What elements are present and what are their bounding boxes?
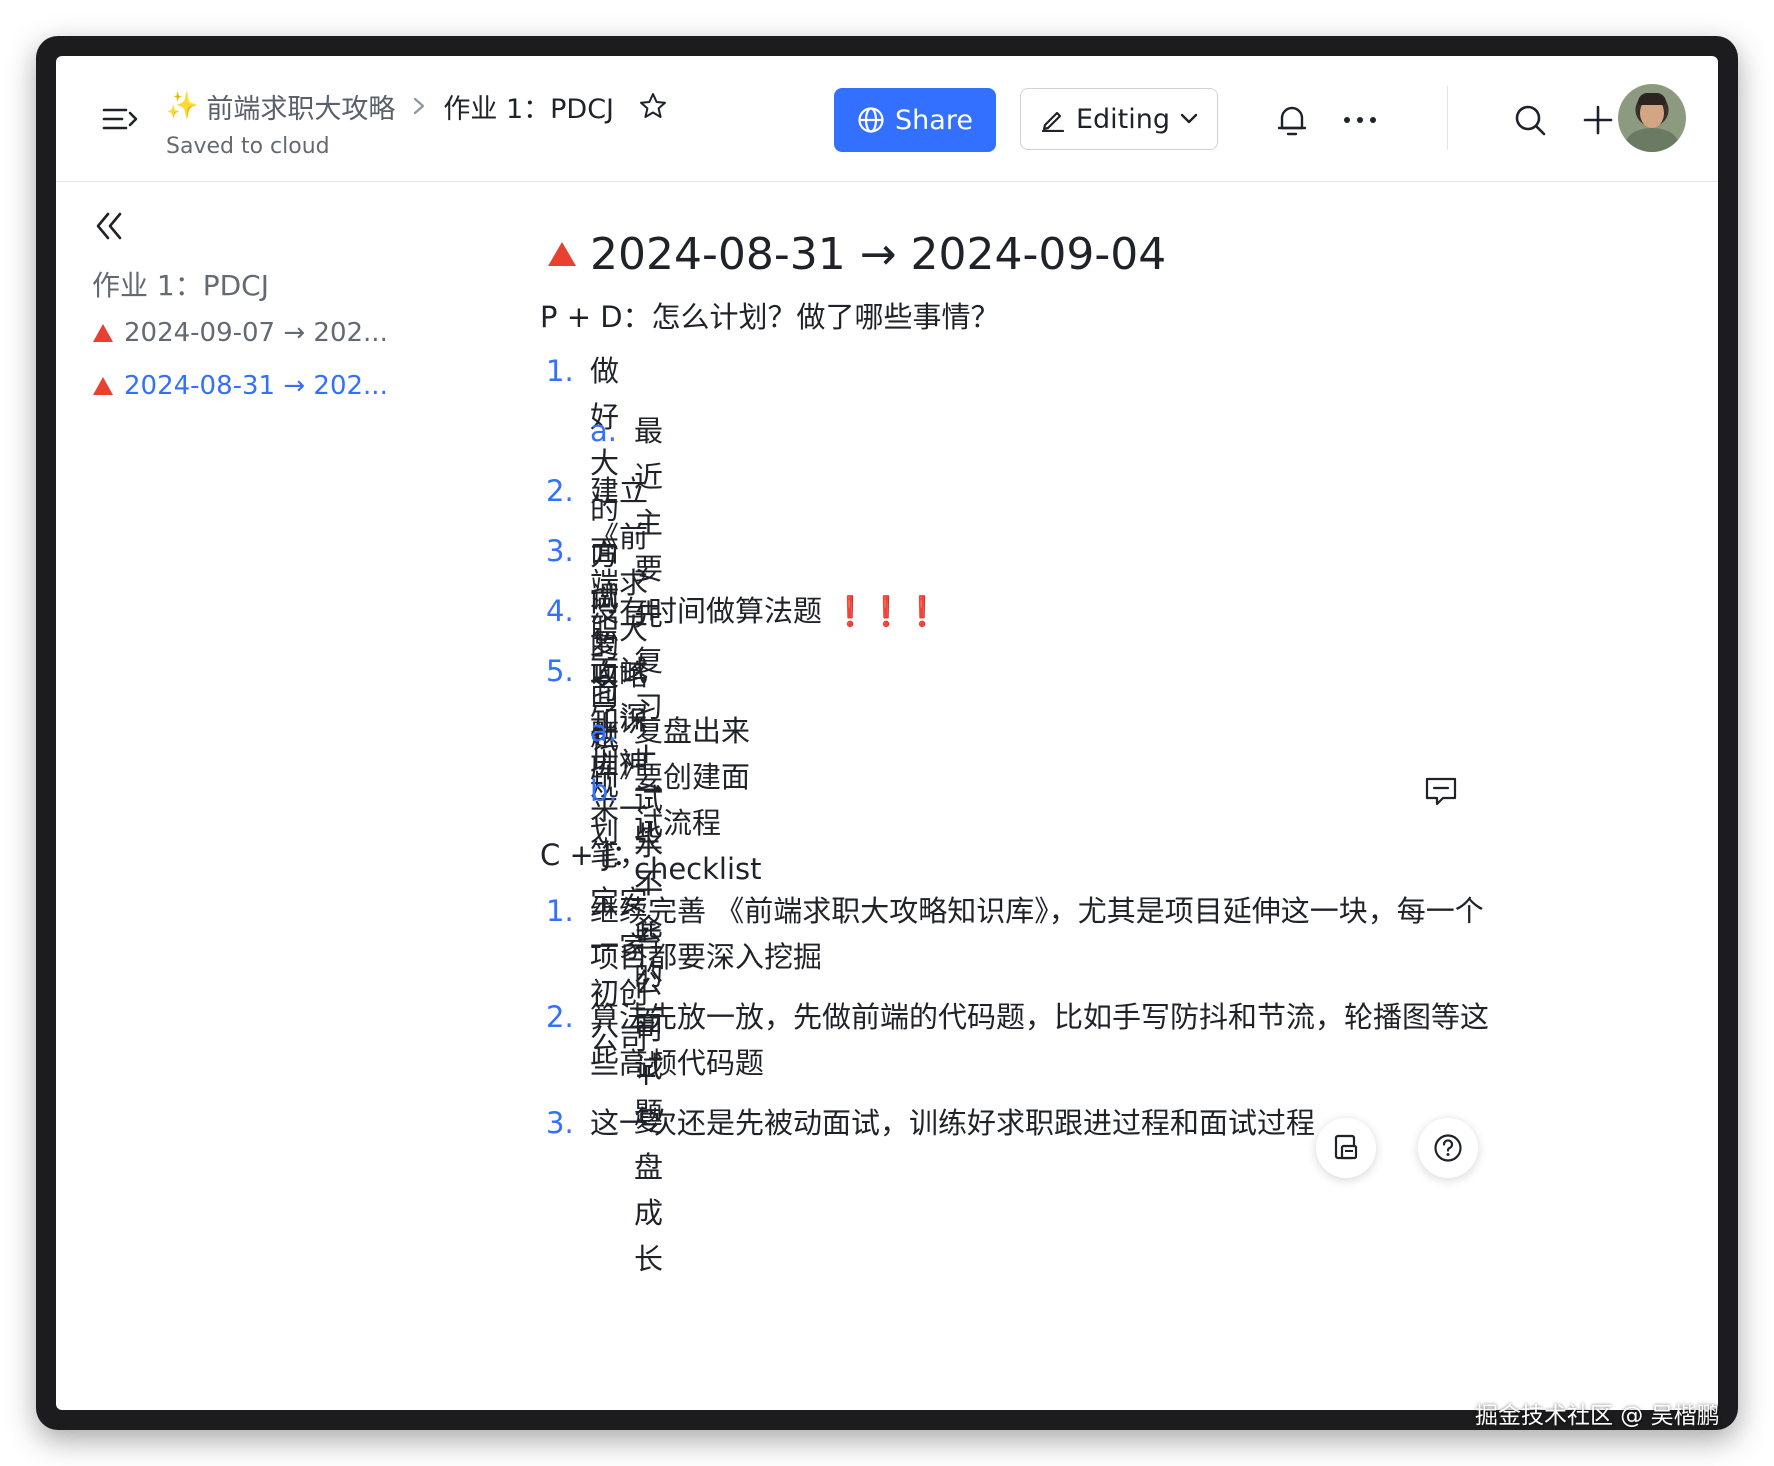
red-triangle-icon [548,242,576,266]
section-heading-cj[interactable]: C + J： [540,832,641,874]
question-mark-icon [1434,1134,1462,1162]
help-button[interactable] [1418,1118,1478,1178]
outline-item[interactable]: 2024-09-07 → 202... [92,318,388,348]
app-window: ✨ 前端求职大攻略 作业 1：PDCJ Saved to cloud Share [56,56,1718,1410]
chevron-down-icon [1180,113,1198,124]
top-bar: ✨ 前端求职大攻略 作业 1：PDCJ Saved to cloud Share [56,56,1718,182]
breadcrumb-parent[interactable]: 前端求职大攻略 [206,87,395,126]
document-icon [1334,1134,1358,1160]
sparkle-icon: ✨ [166,91,199,121]
globe-icon [858,107,884,133]
breadcrumb-current[interactable]: 作业 1：PDCJ [443,87,614,126]
red-triangle-icon [93,377,113,395]
user-avatar[interactable] [1618,84,1686,152]
share-label: Share [895,104,973,136]
editing-label: Editing [1075,103,1171,135]
collapse-sidebar-icon[interactable] [92,208,128,244]
watermark: 掘金技术社区 @ 吴楷鹏 [1475,1403,1720,1429]
doc-heading[interactable]: 2024-08-31 → 2024-09-04 [546,224,1166,284]
share-button[interactable]: Share [834,88,996,152]
pencil-icon [1041,111,1065,132]
more-options-icon[interactable] [1340,100,1380,140]
editing-mode-dropdown[interactable]: Editing [1020,88,1218,150]
red-triangle-icon [93,324,113,342]
bell-icon[interactable] [1272,100,1312,140]
star-icon[interactable] [638,91,668,121]
saved-status: Saved to cloud [166,134,330,159]
exclamation-marks: ❗❗❗ [832,594,941,628]
outline-item-active[interactable]: 2024-08-31 → 202... [92,371,388,401]
comment-icon[interactable] [1424,776,1458,808]
chevron-right-icon [414,97,425,115]
document-outline-button[interactable] [1316,1118,1376,1178]
section-heading-pd[interactable]: P + D：怎么计划？做了哪些事情？ [540,294,1000,336]
plus-icon[interactable] [1578,100,1618,140]
search-icon[interactable] [1510,100,1550,140]
expand-menu-icon[interactable] [102,104,140,134]
breadcrumb: ✨ 前端求职大攻略 作业 1：PDCJ [166,84,668,128]
outline-title[interactable]: 作业 1：PDCJ [92,264,269,304]
header-divider [1447,86,1448,150]
